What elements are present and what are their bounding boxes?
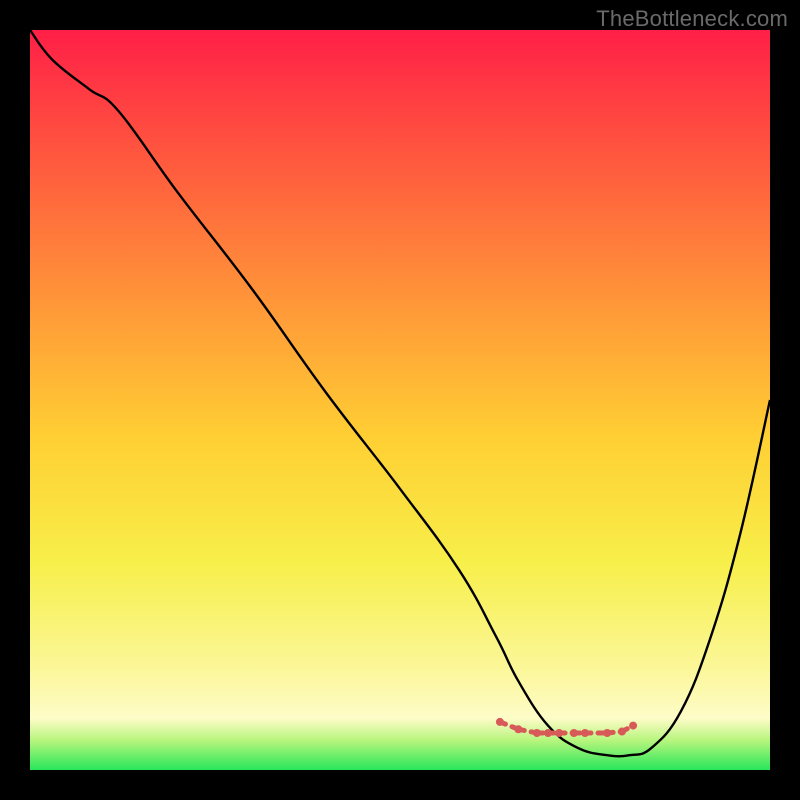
marker-dot <box>514 725 522 733</box>
marker-dot <box>603 729 611 737</box>
plot-area <box>30 30 770 770</box>
marker-dot <box>581 729 589 737</box>
marker-dot <box>629 722 637 730</box>
marker-dot <box>618 728 626 736</box>
marker-dot <box>496 718 504 726</box>
watermark-text: TheBottleneck.com <box>596 6 788 32</box>
marker-dot <box>533 729 541 737</box>
marker-dot <box>544 729 552 737</box>
chart-container: TheBottleneck.com <box>0 0 800 800</box>
marker-dot <box>555 729 563 737</box>
marker-dot <box>570 729 578 737</box>
chart-svg <box>30 30 770 770</box>
